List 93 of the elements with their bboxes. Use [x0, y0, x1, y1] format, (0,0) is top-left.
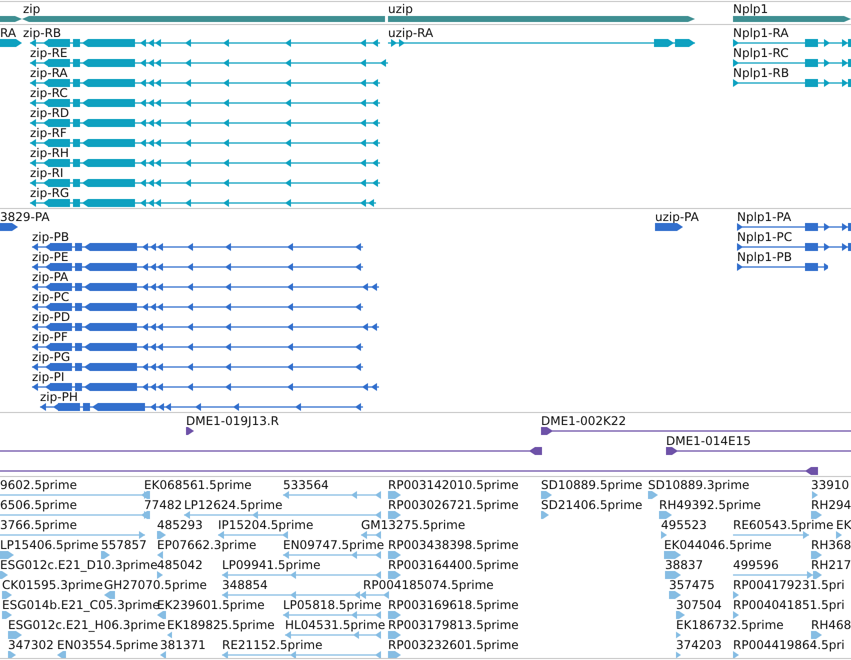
protein-label: Nplp1-PC: [737, 230, 792, 244]
est-label: SD10889.5prime: [541, 478, 642, 492]
est-label: LP09941.5prime: [222, 558, 321, 572]
est-label: ESG012c.E21_D10.3prime: [0, 558, 158, 572]
protein-label: Nplp1-PB: [737, 250, 792, 264]
est-label: 348854: [222, 578, 268, 592]
est-label: RP004041851.5pri: [733, 598, 845, 612]
est-label: RP004179231.5pri: [733, 578, 845, 592]
est-label: 307504: [676, 598, 722, 612]
est-label: 499596: [733, 558, 779, 572]
est-label: ESG012c.E21_H06.3prime: [8, 618, 166, 632]
est-label: RP003142010.5prime: [388, 478, 519, 492]
est-label: CK01595.3prime: [2, 578, 103, 592]
transcript-label: zip-RD: [30, 106, 70, 120]
est-label: EN09747.5prime: [283, 538, 384, 552]
est-label: 33910: [811, 478, 850, 492]
est-label: RP003164400.5prime: [388, 558, 519, 572]
est-label: 485042: [157, 558, 203, 572]
clone-label: DME1-002K22: [541, 414, 626, 428]
protein-label: zip-PI: [32, 370, 64, 384]
est-label: GH27070.5prime: [104, 578, 207, 592]
protein-label: 3829-PA: [0, 210, 50, 224]
transcript-label: uzip-RA: [388, 26, 434, 40]
est-label: LP12624.5prime: [184, 498, 283, 512]
transcript-label: zip-RF: [30, 126, 67, 140]
est-label: EP07662.3prime: [157, 538, 256, 552]
est-label: 3766.5prime: [0, 518, 77, 532]
est-label: ESG014b.E21_C05.3prime: [2, 598, 160, 612]
protein-label: zip-PG: [32, 350, 70, 364]
transcript-label: RA: [0, 26, 16, 40]
protein-label: zip-PA: [32, 270, 68, 284]
protein-label: zip-PB: [32, 230, 70, 244]
clone-label: DME1-019J13.R: [186, 414, 280, 428]
est-label: RP004419864.5pri: [733, 638, 845, 652]
est-label: 6506.5prime: [0, 498, 77, 512]
est-label: EK239601.5prime: [157, 598, 265, 612]
est-label: EK186732.5prime: [676, 618, 784, 632]
protein-label: zip-PC: [32, 290, 70, 304]
transcript-label: zip-RH: [30, 146, 69, 160]
est-label: RE21152.5prime: [222, 638, 322, 652]
est-label: EN03554.5prime: [57, 638, 158, 652]
est-label: 77482: [144, 498, 182, 512]
est-label: 9602.5prime: [0, 478, 77, 492]
transcript-label: zip-RC: [30, 86, 68, 100]
est-label: RP004185074.5prime: [363, 578, 494, 592]
est-label: LP05818.5prime: [283, 598, 382, 612]
est-label: 38837: [665, 558, 704, 572]
est-label: SD21406.5prime: [541, 498, 642, 512]
est-label: 485293: [157, 518, 203, 532]
est-label: 495523: [661, 518, 707, 532]
est-label: RH368: [811, 538, 851, 552]
est-label: LP15406.5prime: [0, 538, 99, 552]
est-label: RH217: [811, 558, 851, 572]
est-label: RH49392.5prime: [659, 498, 761, 512]
protein-label: zip-PH: [40, 390, 78, 404]
est-label: 533564: [283, 478, 329, 492]
est-label: HL04531.5prime: [285, 618, 386, 632]
protein-label: Nplp1-PA: [737, 210, 792, 224]
est-label: RP003179813.5prime: [388, 618, 519, 632]
est-label: 357475: [669, 578, 715, 592]
gene-label: Nplp1: [733, 2, 768, 16]
est-label: SD10889.3prime: [648, 478, 750, 492]
est-label: RH468: [811, 618, 851, 632]
transcript-label: zip-RA: [30, 66, 68, 80]
est-label: GM13275.5prime: [361, 518, 466, 532]
gene-label: uzip: [388, 2, 413, 16]
transcript-label: Nplp1-RC: [733, 46, 789, 60]
est-label: RP003232601.5prime: [388, 638, 519, 652]
est-label: RP003438398.5prime: [388, 538, 519, 552]
protein-label: zip-PE: [32, 250, 68, 264]
transcript-label: Nplp1-RA: [733, 26, 789, 40]
est-label: RP003026721.5prime: [388, 498, 519, 512]
protein-label: zip-PD: [32, 310, 70, 324]
clone-label: DME1-014E15: [666, 434, 751, 448]
protein-label: uzip-PA: [655, 210, 699, 224]
est-label: EK044046.5prime: [664, 538, 772, 552]
transcript-label: Nplp1-RB: [733, 66, 790, 80]
transcript-label: zip-RB: [23, 26, 62, 40]
est-label: 557857: [101, 538, 147, 552]
est-label: RE60543.5prime: [733, 518, 834, 532]
est-label: 347302: [8, 638, 54, 652]
gene-label: zip: [23, 2, 40, 16]
transcript-label: zip-RI: [30, 166, 64, 180]
est-label: EK189825.5prime: [167, 618, 275, 632]
est-label: IP15204.5prime: [218, 518, 314, 532]
est-label: 381371: [160, 638, 206, 652]
transcript-label: zip-RG: [30, 186, 70, 200]
est-label: RP003169618.5prime: [388, 598, 519, 612]
est-label: 374203: [676, 638, 722, 652]
est-label: RH294: [811, 498, 851, 512]
est-label: EK068561.5prime: [144, 478, 252, 492]
protein-label: zip-PF: [32, 330, 68, 344]
transcript-label: zip-RE: [30, 46, 68, 60]
